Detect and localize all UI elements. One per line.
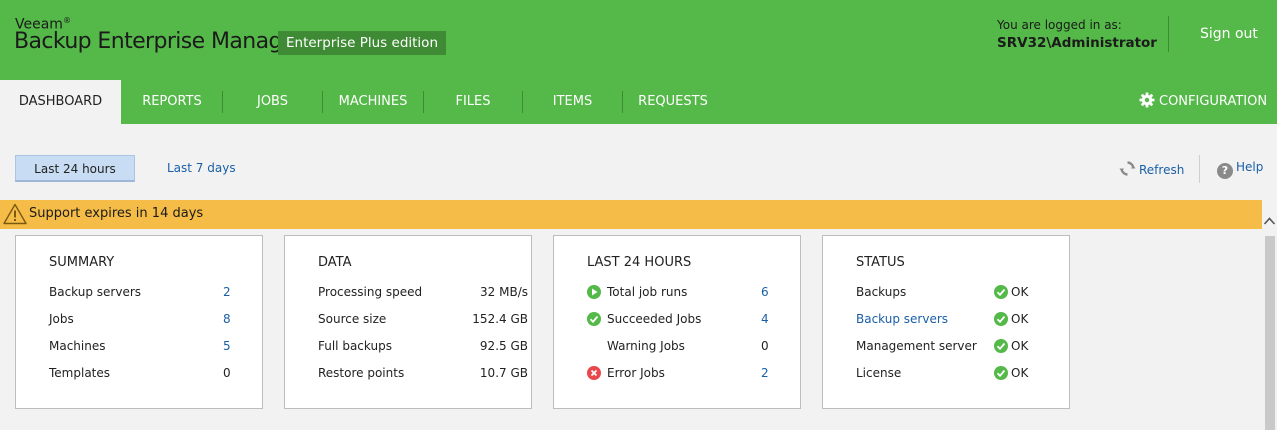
- templates-count: 0: [223, 366, 231, 380]
- refresh-label: Refresh: [1139, 163, 1185, 177]
- status-row-management-server: Management server OK: [856, 339, 1066, 357]
- row-label: Management server: [856, 339, 977, 353]
- tab-items[interactable]: ITEMS: [523, 80, 622, 124]
- backup-servers-count-link[interactable]: 2: [223, 285, 231, 299]
- tab-files[interactable]: FILES: [424, 80, 522, 124]
- status-row-license: License OK: [856, 366, 1066, 384]
- help-button[interactable]: ? Help: [1217, 160, 1263, 179]
- tab-dashboard[interactable]: DASHBOARD: [0, 80, 121, 124]
- jobs-count-link[interactable]: 8: [223, 312, 231, 326]
- data-card: DATA Processing speed 32 MB/s Source siz…: [284, 235, 532, 409]
- row-label: Backups: [856, 285, 907, 299]
- check-icon: [994, 285, 1008, 299]
- row-label: Succeeded Jobs: [607, 312, 702, 326]
- backup-servers-status-link[interactable]: Backup servers: [856, 312, 948, 326]
- period-last-24-hours[interactable]: Last 24 hours: [15, 155, 135, 182]
- status-text: OK: [1011, 366, 1029, 380]
- last24-row-total-job-runs: Total job runs 6: [587, 285, 797, 303]
- toolbar-divider: [1199, 155, 1200, 183]
- row-label: Error Jobs: [607, 366, 665, 380]
- row-label: Full backups: [318, 339, 392, 353]
- status-card: STATUS Backups OK Backup servers OK Mana…: [822, 235, 1070, 409]
- check-icon: [994, 312, 1008, 326]
- row-label: Processing speed: [318, 285, 423, 299]
- login-user: SRV32\Administrator: [997, 35, 1157, 51]
- configuration-link[interactable]: CONFIGURATION: [1139, 80, 1267, 124]
- warning-icon: [3, 203, 27, 225]
- help-label: Help: [1236, 160, 1264, 174]
- product-title: Backup Enterprise Manager: [14, 29, 304, 54]
- check-icon: [994, 366, 1008, 380]
- scrollbar-thumb[interactable]: [1265, 236, 1275, 430]
- status-row-backups: Backups OK: [856, 285, 1066, 303]
- processing-speed-value: 32 MB/s: [480, 285, 528, 299]
- card-title: SUMMARY: [49, 255, 115, 270]
- row-label: Total job runs: [607, 285, 688, 299]
- configuration-label: CONFIGURATION: [1159, 94, 1268, 109]
- status-text: OK: [1011, 312, 1029, 326]
- header-divider: [1168, 16, 1169, 52]
- support-warning-banner: Support expires in 14 days: [0, 200, 1262, 229]
- sign-out-link[interactable]: Sign out: [1200, 26, 1258, 42]
- gear-icon: [1139, 92, 1155, 108]
- row-label: Restore points: [318, 366, 405, 380]
- total-job-runs-link[interactable]: 6: [761, 285, 769, 299]
- row-label: Source size: [318, 312, 387, 326]
- play-icon: [587, 285, 601, 299]
- row-label: Warning Jobs: [607, 339, 685, 353]
- status-text: OK: [1011, 285, 1029, 299]
- tab-requests[interactable]: REQUESTS: [623, 80, 723, 124]
- warning-jobs-count: 0: [761, 339, 769, 353]
- data-row-full-backups: Full backups 92.5 GB: [318, 339, 528, 357]
- last24-row-error-jobs: Error Jobs 2: [587, 366, 797, 384]
- row-label: Templates: [49, 366, 111, 380]
- data-row-source-size: Source size 152.4 GB: [318, 312, 528, 330]
- card-title: STATUS: [856, 255, 905, 270]
- banner-text: Support expires in 14 days: [29, 206, 204, 221]
- scroll-up-arrow-icon[interactable]: [1263, 213, 1276, 227]
- main-nav: DASHBOARD REPORTS JOBS MACHINES FILES IT…: [0, 80, 1277, 124]
- machines-count-link[interactable]: 5: [223, 339, 231, 353]
- card-title: LAST 24 HOURS: [587, 255, 692, 270]
- succeeded-jobs-link[interactable]: 4: [761, 312, 769, 326]
- refresh-button[interactable]: Refresh: [1119, 160, 1184, 177]
- tab-reports[interactable]: REPORTS: [122, 80, 222, 124]
- summary-card: SUMMARY Backup servers 2 Jobs 8 Machines…: [15, 235, 263, 409]
- error-icon: [587, 366, 601, 380]
- card-title: DATA: [318, 255, 352, 270]
- summary-row-machines: Machines 5: [49, 339, 259, 357]
- check-icon: [994, 339, 1008, 353]
- tab-jobs[interactable]: JOBS: [223, 80, 322, 124]
- error-jobs-link[interactable]: 2: [761, 366, 769, 380]
- refresh-icon: [1119, 161, 1136, 176]
- row-label: Jobs: [49, 312, 74, 326]
- summary-row-jobs: Jobs 8: [49, 312, 259, 330]
- edition-badge: Enterprise Plus edition: [278, 31, 446, 55]
- last24-row-warning-jobs: Warning Jobs 0: [587, 339, 797, 357]
- data-row-restore-points: Restore points 10.7 GB: [318, 366, 528, 384]
- status-text: OK: [1011, 339, 1029, 353]
- period-last-7-days[interactable]: Last 7 days: [167, 161, 236, 175]
- tab-machines[interactable]: MACHINES: [323, 80, 423, 124]
- data-row-processing-speed: Processing speed 32 MB/s: [318, 285, 528, 303]
- last-24-hours-card: LAST 24 HOURS Total job runs 6 Succeeded…: [553, 235, 801, 409]
- summary-row-backup-servers: Backup servers 2: [49, 285, 259, 303]
- row-label: Backup servers: [49, 285, 142, 299]
- full-backups-value: 92.5 GB: [479, 339, 528, 353]
- check-icon: [587, 312, 601, 326]
- status-row-backup-servers: Backup servers OK: [856, 312, 1066, 330]
- row-label: License: [856, 366, 902, 380]
- last24-row-succeeded-jobs: Succeeded Jobs 4: [587, 312, 797, 330]
- row-label: Machines: [49, 339, 106, 353]
- help-icon: ?: [1217, 163, 1233, 179]
- login-label: You are logged in as:: [997, 18, 1122, 32]
- summary-row-templates: Templates 0: [49, 366, 259, 384]
- source-size-value: 152.4 GB: [472, 312, 528, 326]
- restore-points-value: 10.7 GB: [479, 366, 528, 380]
